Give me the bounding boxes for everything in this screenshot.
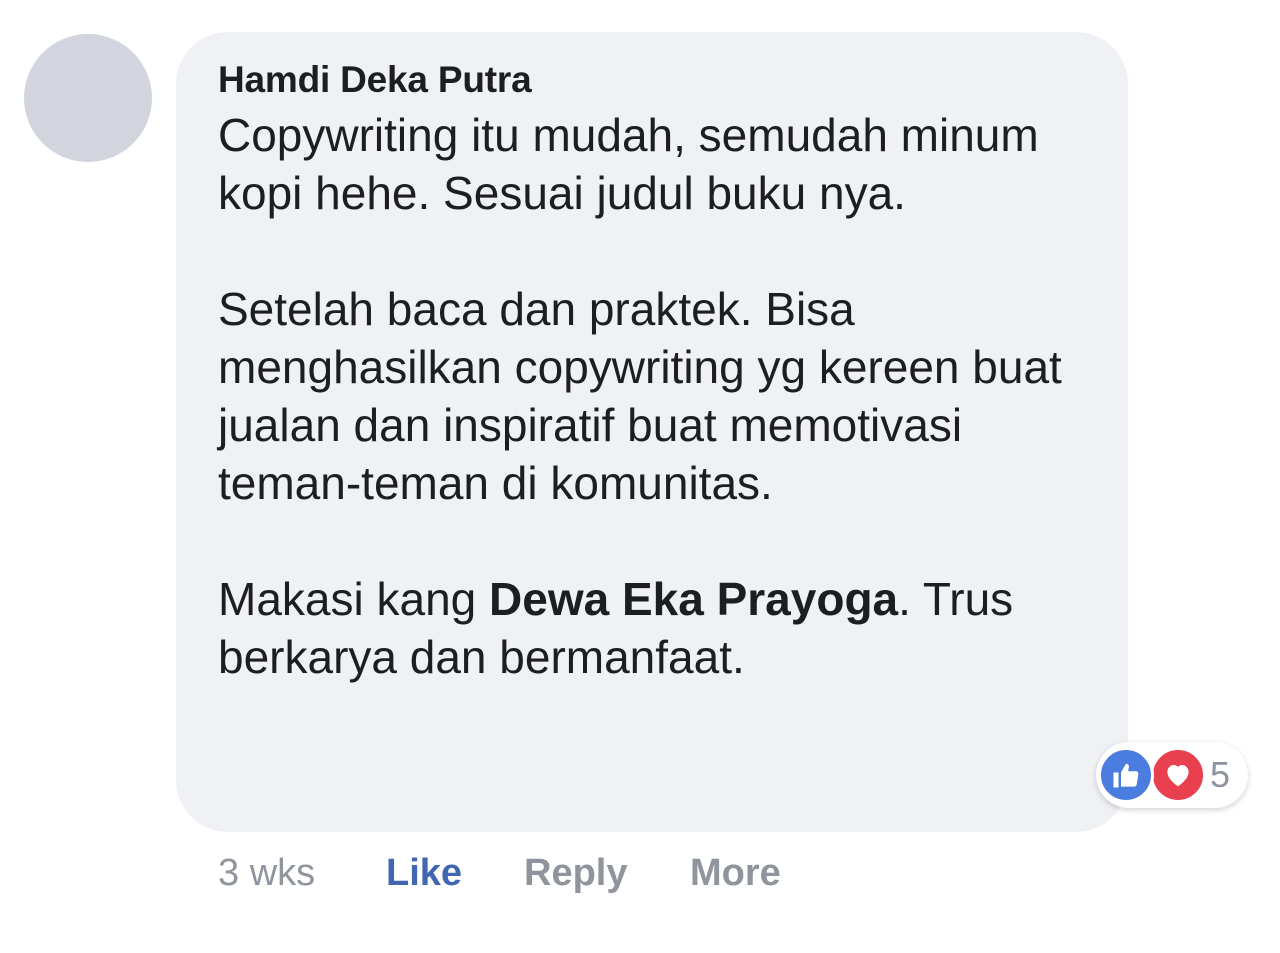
reactions-summary[interactable]: 5: [1096, 742, 1248, 808]
like-button[interactable]: Like: [386, 848, 462, 898]
comment-paragraph: Makasi kang Dewa Eka Prayoga. Trus berka…: [218, 570, 1086, 686]
comment-paragraph: Setelah baca dan praktek. Bisa menghasil…: [218, 283, 1062, 509]
avatar[interactable]: [24, 34, 152, 162]
more-button[interactable]: More: [690, 848, 781, 898]
mention-link[interactable]: Dewa Eka Prayoga: [489, 573, 898, 625]
comment-bubble: Hamdi Deka Putra Copywriting itu mudah, …: [176, 32, 1128, 832]
reaction-count: 5: [1210, 754, 1231, 795]
comment-author[interactable]: Hamdi Deka Putra: [218, 58, 1086, 102]
like-icon: [1098, 747, 1154, 803]
timestamp[interactable]: 3 wks: [218, 848, 315, 898]
comment-text: Makasi kang: [218, 573, 490, 625]
comment-body: Copywriting itu mudah, semudah minum kop…: [218, 106, 1086, 686]
love-icon: [1150, 747, 1206, 803]
comment-paragraph: Copywriting itu mudah, semudah minum kop…: [218, 109, 1039, 219]
reply-button[interactable]: Reply: [524, 848, 627, 898]
